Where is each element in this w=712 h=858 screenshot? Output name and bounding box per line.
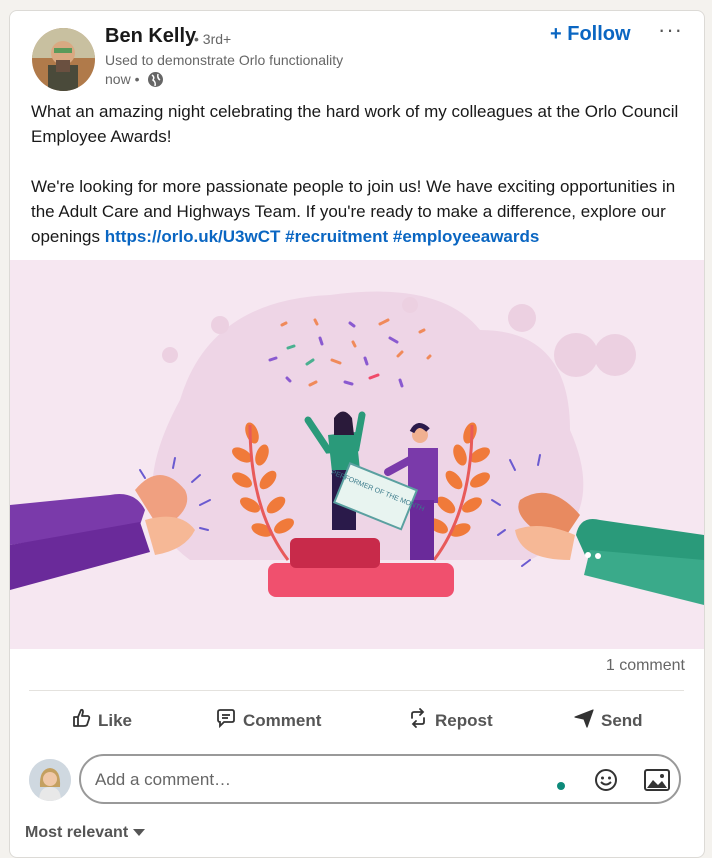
- repost-icon: [407, 707, 429, 734]
- author-name[interactable]: Ben Kelly: [105, 25, 196, 48]
- author-avatar[interactable]: [32, 28, 95, 91]
- more-options-button[interactable]: ···: [658, 17, 683, 43]
- comment-icon: [215, 707, 237, 734]
- send-button[interactable]: Send: [573, 707, 643, 734]
- hashtag-recruitment[interactable]: #recruitment: [285, 227, 388, 246]
- current-user-avatar: [29, 759, 71, 801]
- author-headline: Used to demonstrate Orlo functionality: [105, 52, 344, 68]
- repost-label: Repost: [435, 710, 493, 730]
- emoji-icon[interactable]: [594, 768, 618, 797]
- like-icon: [70, 707, 92, 734]
- follow-button[interactable]: + Follow: [550, 23, 631, 46]
- hashtag-employeeawards[interactable]: #employeeawards: [393, 227, 539, 246]
- comments-count-link[interactable]: 1 comment: [606, 657, 685, 675]
- post-text: What an amazing night celebrating the ha…: [31, 99, 691, 249]
- post-card: Ben Kelly • 3rd+ Used to demonstrate Orl…: [9, 10, 705, 858]
- post-image[interactable]: PERFORMER OF THE MONTH: [10, 260, 704, 649]
- chevron-down-icon: [132, 824, 145, 841]
- repost-button[interactable]: Repost: [407, 707, 493, 734]
- image-icon[interactable]: [644, 769, 670, 796]
- comment-label: Comment: [243, 710, 322, 730]
- like-button[interactable]: Like: [70, 707, 132, 734]
- post-link[interactable]: https://orlo.uk/U3wCT: [105, 227, 281, 246]
- comment-input[interactable]: [93, 766, 537, 794]
- post-text-paragraph-1: What an amazing night celebrating the ha…: [31, 102, 679, 146]
- divider: [29, 690, 684, 691]
- send-label: Send: [601, 710, 643, 730]
- send-icon: [573, 707, 595, 734]
- post-text-paragraph-2: We're looking for more passionate people…: [31, 174, 691, 249]
- comment-button[interactable]: Comment: [215, 707, 321, 734]
- status-dot: [557, 782, 565, 790]
- connection-degree: • 3rd+: [194, 31, 232, 47]
- comment-input-container[interactable]: [79, 754, 681, 804]
- post-time: now •: [105, 71, 140, 87]
- like-label: Like: [98, 710, 133, 730]
- sort-dropdown[interactable]: Most relevant: [25, 824, 145, 842]
- globe-icon: [147, 71, 164, 93]
- sort-label: Most relevant: [25, 824, 129, 841]
